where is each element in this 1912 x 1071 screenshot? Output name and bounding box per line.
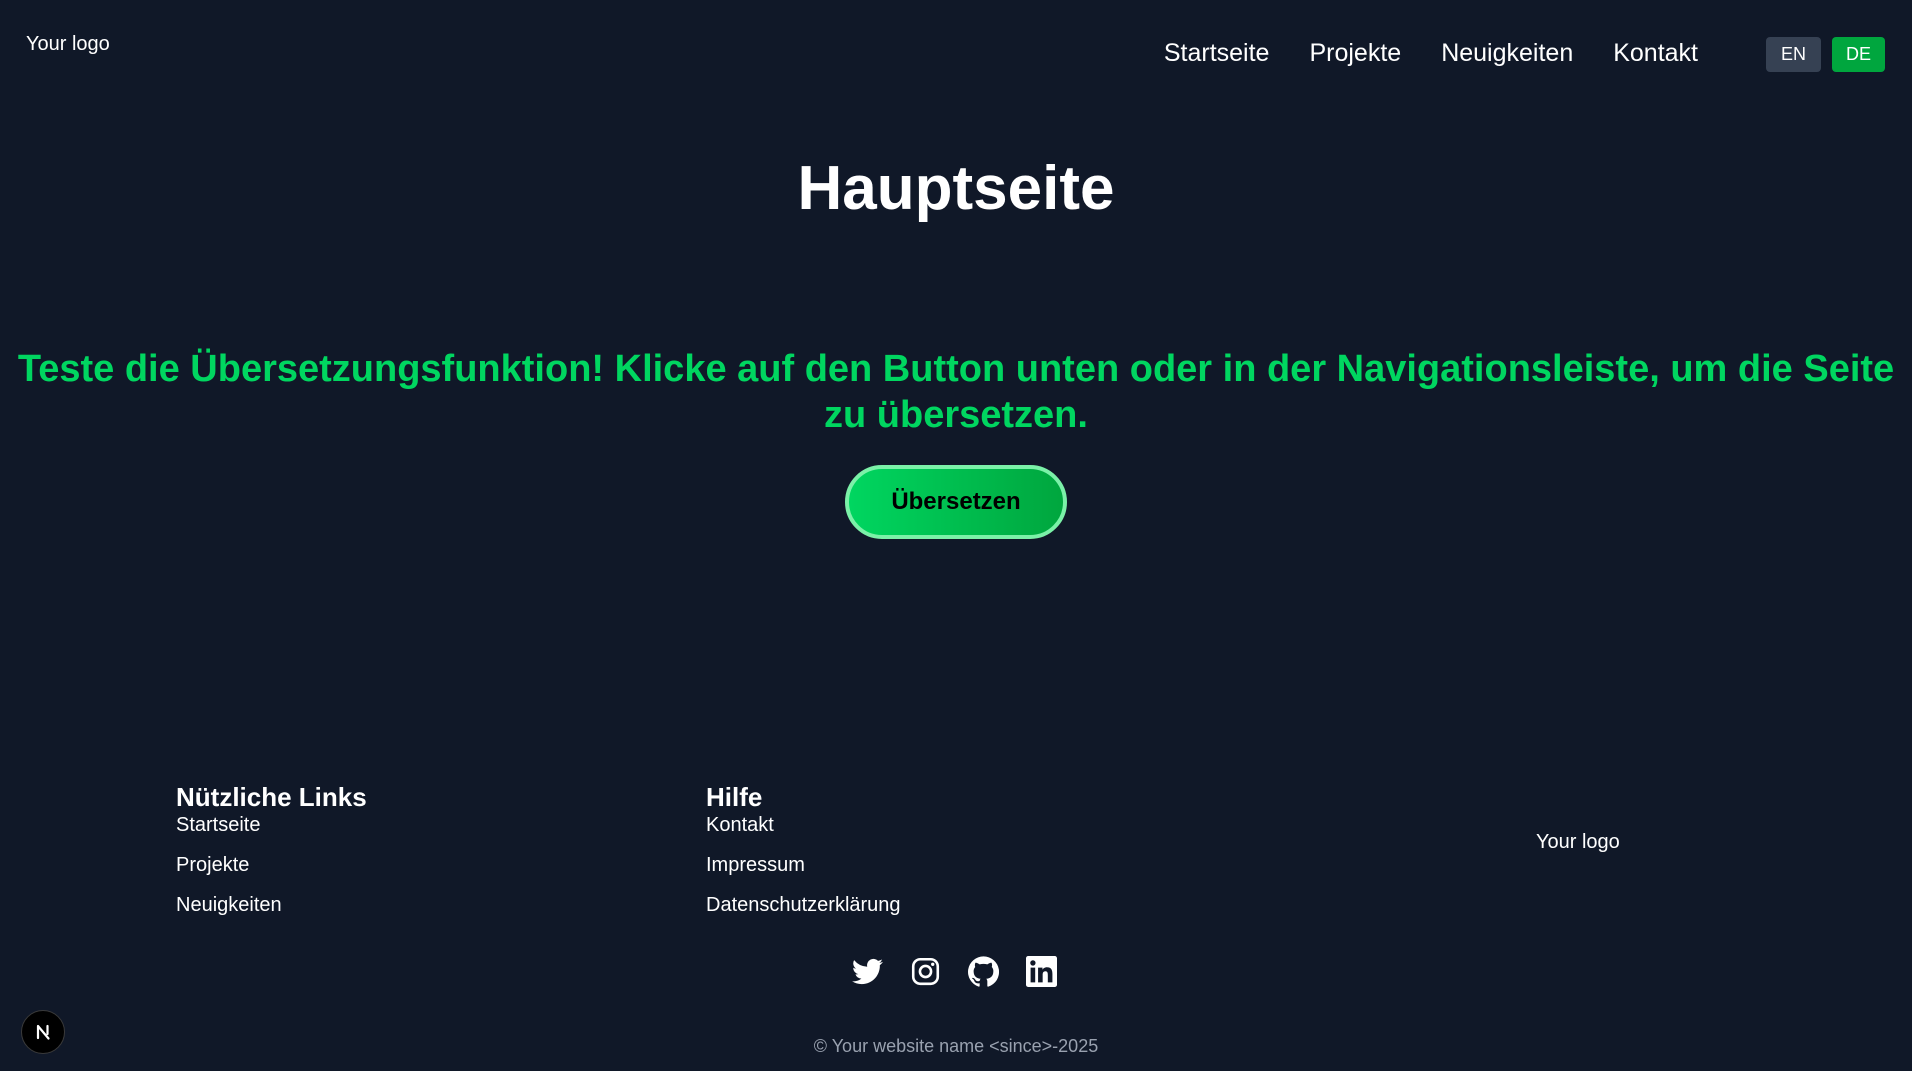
copyright-text: © Your website name <since>-2025 bbox=[813, 1036, 1099, 1056]
main-navigation: Startseite Projekte Neuigkeiten Kontakt bbox=[1164, 38, 1698, 68]
twitter-icon[interactable] bbox=[852, 956, 883, 987]
github-icon[interactable] bbox=[968, 956, 999, 987]
list-item: Neuigkeiten bbox=[176, 893, 367, 933]
list-item: Impressum bbox=[706, 853, 901, 893]
footer-useful-links: Nützliche Links Startseite Projekte Neui… bbox=[176, 781, 367, 933]
translate-button[interactable]: Übersetzen bbox=[845, 465, 1067, 539]
header-logo[interactable]: Your logo bbox=[26, 32, 110, 56]
nextjs-icon[interactable] bbox=[21, 1010, 65, 1054]
footer-logo[interactable]: Your logo bbox=[1536, 830, 1620, 854]
footer-link-startseite[interactable]: Startseite bbox=[176, 814, 260, 836]
footer-help-list: Kontakt Impressum Datenschutzerklärung bbox=[706, 813, 901, 933]
list-item: Kontakt bbox=[706, 813, 901, 853]
nav-item-startseite[interactable]: Startseite bbox=[1164, 38, 1270, 68]
nav-item-projekte[interactable]: Projekte bbox=[1309, 38, 1401, 68]
language-switcher: EN DE bbox=[1765, 37, 1885, 72]
nav-item-neuigkeiten[interactable]: Neuigkeiten bbox=[1441, 38, 1573, 68]
footer-help-heading: Hilfe bbox=[706, 782, 763, 812]
list-item: Projekte bbox=[176, 853, 367, 893]
instagram-icon[interactable] bbox=[910, 956, 941, 987]
footer-link-kontakt[interactable]: Kontakt bbox=[706, 814, 774, 836]
social-links bbox=[852, 956, 1057, 987]
language-button-en[interactable]: EN bbox=[1765, 37, 1821, 72]
footer-links-list: Startseite Projekte Neuigkeiten bbox=[176, 813, 367, 933]
list-item: Startseite bbox=[176, 813, 367, 853]
nav-item-kontakt[interactable]: Kontakt bbox=[1613, 38, 1698, 68]
footer-link-impressum[interactable]: Impressum bbox=[706, 854, 805, 876]
footer-link-neuigkeiten[interactable]: Neuigkeiten bbox=[176, 894, 282, 916]
footer-link-projekte[interactable]: Projekte bbox=[176, 854, 249, 876]
footer-help: Hilfe Kontakt Impressum Datenschutzerklä… bbox=[706, 781, 901, 933]
translate-prompt-text: Teste die Übersetzungsfunktion! Klicke a… bbox=[17, 348, 1895, 436]
footer-link-datenschutz[interactable]: Datenschutzerklärung bbox=[706, 894, 901, 916]
list-item: Datenschutzerklärung bbox=[706, 893, 901, 933]
language-button-de[interactable]: DE bbox=[1831, 37, 1885, 72]
linkedin-icon[interactable] bbox=[1026, 956, 1057, 987]
page-title: Hauptseite bbox=[797, 154, 1115, 223]
footer-links-heading: Nützliche Links bbox=[176, 782, 367, 812]
